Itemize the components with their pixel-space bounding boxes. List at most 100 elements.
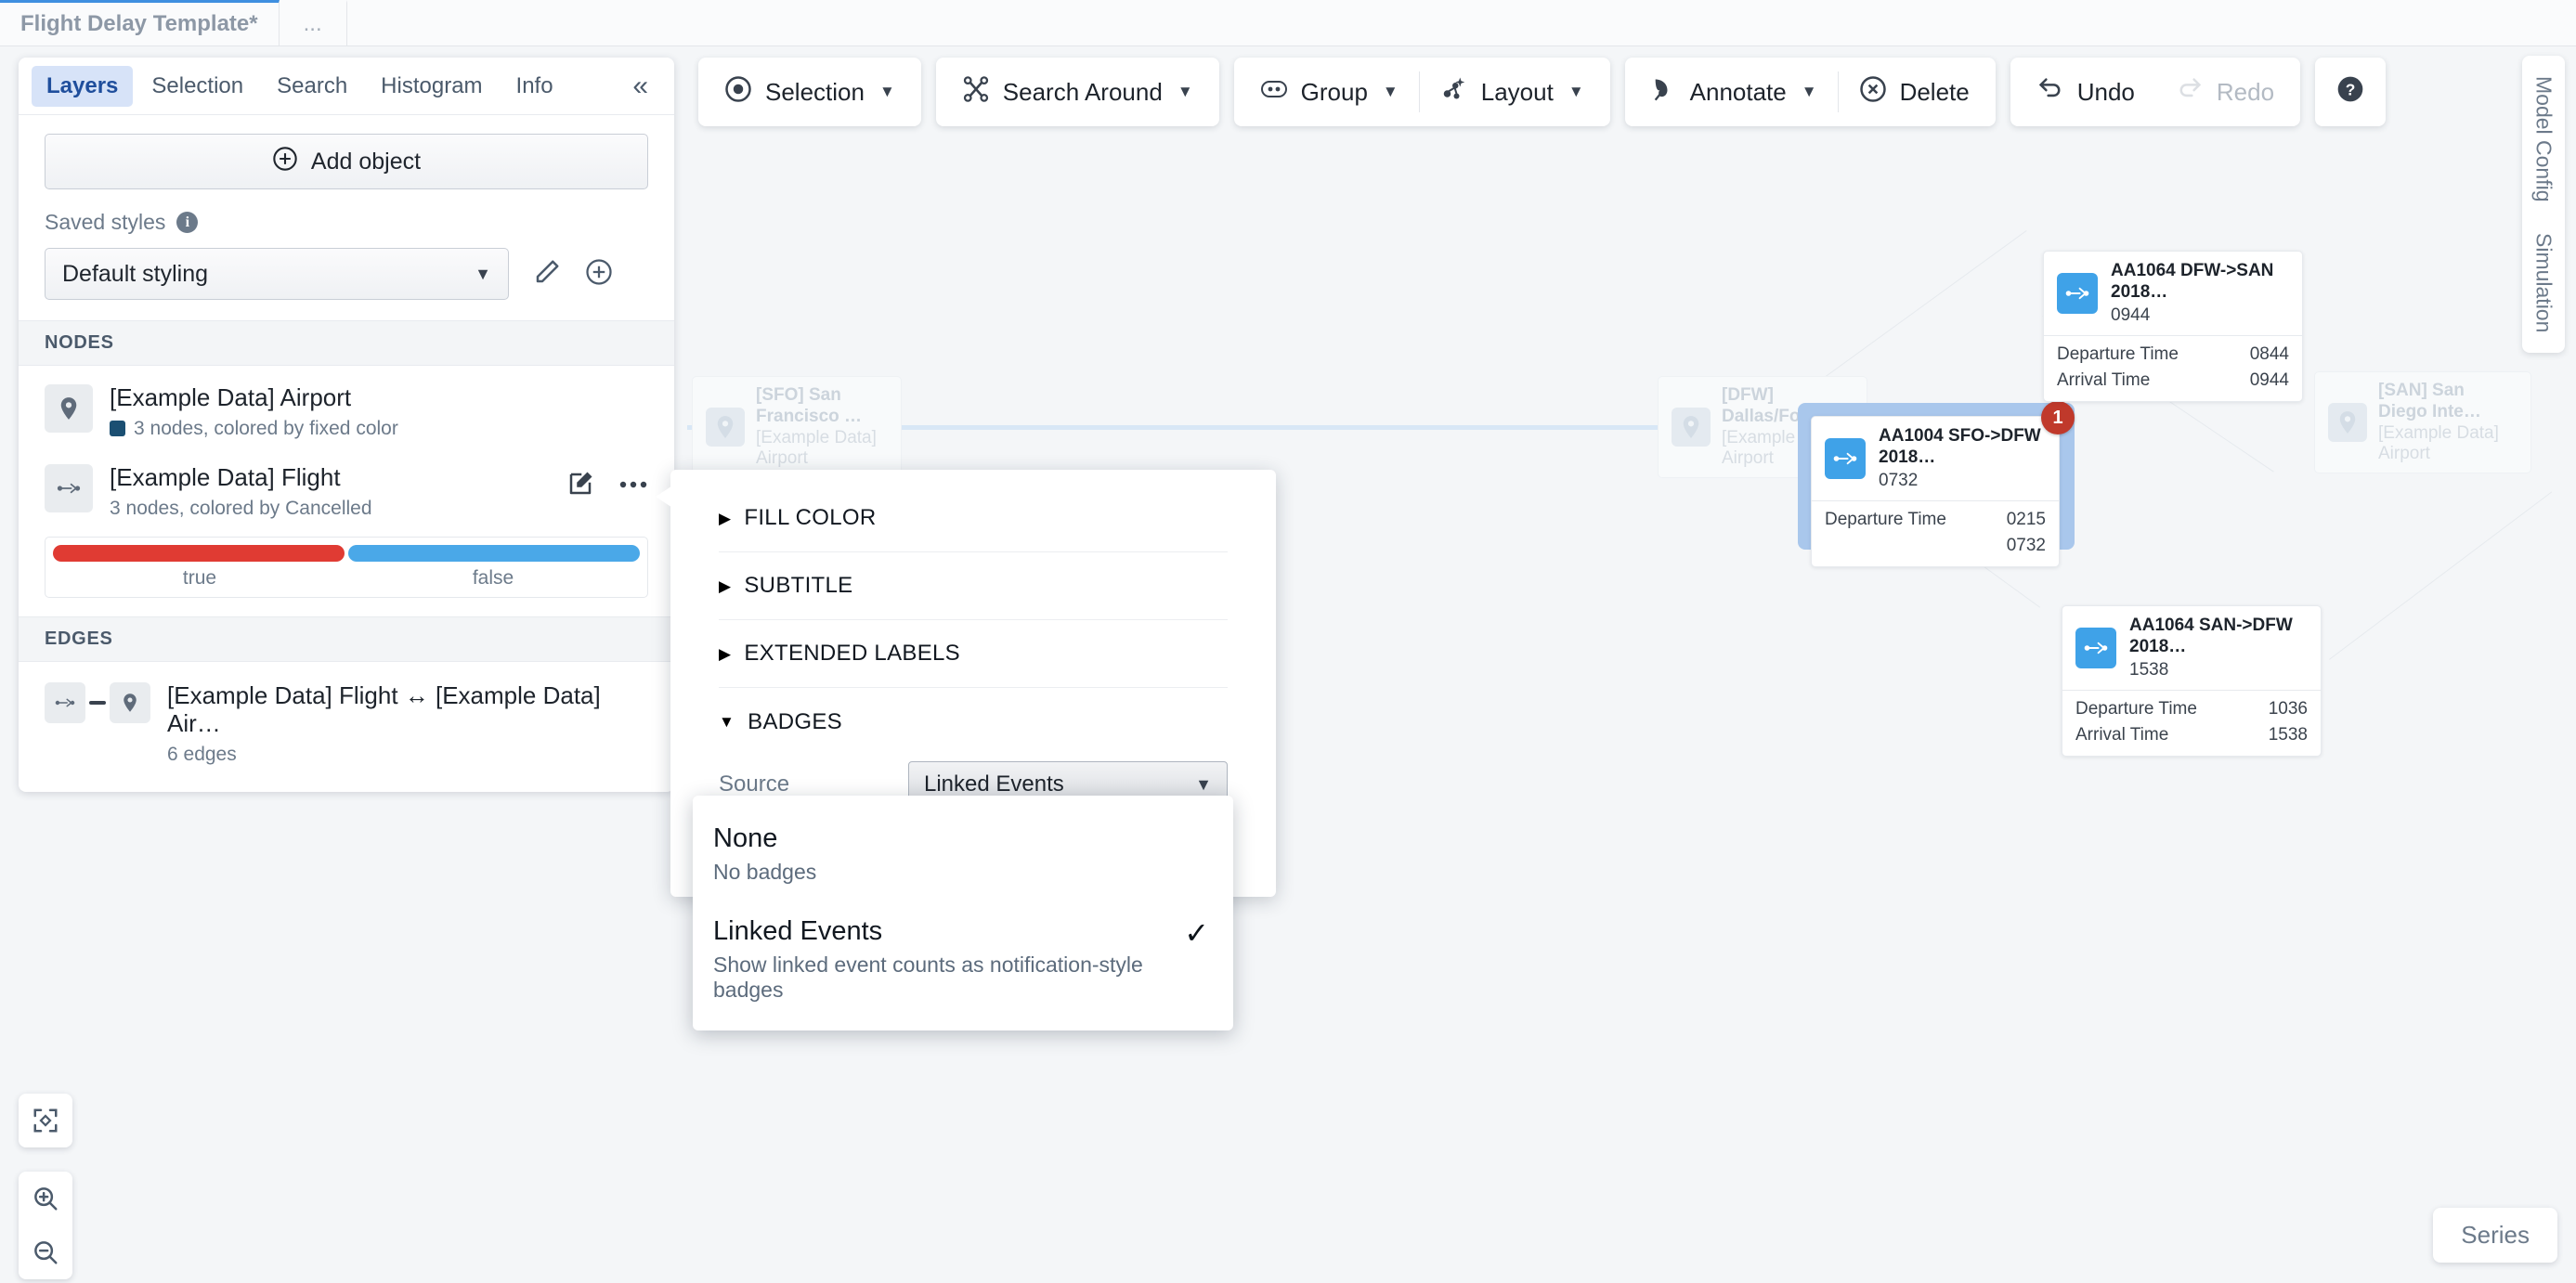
tab-info[interactable]: Info bbox=[501, 66, 568, 107]
help-question-icon: ? bbox=[2335, 74, 2365, 110]
svg-text:?: ? bbox=[2346, 80, 2356, 98]
zoom-in-icon[interactable] bbox=[19, 1172, 72, 1225]
graph-node-flight-aa1064-dfw-san[interactable]: AA1064 DFW->SAN 2018… 0944 Departure Tim… bbox=[2043, 251, 2303, 402]
flight-edge-icon bbox=[45, 681, 85, 723]
graph-node-properties: Departure Time 0844 Arrival Time 0944 bbox=[2044, 334, 2302, 401]
title-bar: Flight Delay Template* ... bbox=[0, 0, 2576, 46]
toolbar-redo-button[interactable]: Redo bbox=[2155, 58, 2295, 126]
property-value: 1036 bbox=[2268, 698, 2308, 719]
toolbar-group-button[interactable]: Group ▼ bbox=[1240, 58, 1419, 126]
property-label: Departure Time bbox=[2057, 343, 2179, 364]
color-swatch bbox=[110, 421, 125, 437]
graph-node-subtitle: 0732 bbox=[1879, 470, 1919, 490]
check-icon: ✓ bbox=[1184, 916, 1209, 950]
chevron-down-icon[interactable]: ▼ bbox=[1177, 83, 1193, 101]
property-label: Departure Time bbox=[1825, 509, 1946, 529]
zoom-out-icon[interactable] bbox=[19, 1225, 72, 1279]
main-toolbar: Selection ▼ Search Around ▼ Group ▼ Layo… bbox=[698, 58, 2387, 126]
collapse-panel-icon[interactable]: « bbox=[619, 69, 661, 104]
toolbar-help-button[interactable]: ? bbox=[2319, 58, 2382, 126]
toolbar-layout-button[interactable]: Layout ▼ bbox=[1420, 58, 1605, 126]
layer-more-options-icon[interactable] bbox=[618, 477, 648, 494]
undo-icon bbox=[2036, 77, 2064, 108]
property-value: 0732 bbox=[2006, 535, 2046, 555]
zoom-controls bbox=[19, 1172, 72, 1279]
graph-node-flight-aa1004[interactable]: AA1004 SFO->DFW 2018… 0732 Departure Tim… bbox=[1811, 401, 2075, 567]
toolbar-selection-button[interactable]: Selection ▼ bbox=[704, 58, 916, 126]
right-tab-model-config[interactable]: Model Config bbox=[2531, 76, 2556, 202]
add-object-button[interactable]: Add object bbox=[45, 134, 648, 189]
chevron-down-icon[interactable]: ▼ bbox=[1383, 83, 1399, 101]
series-button[interactable]: Series bbox=[2433, 1208, 2557, 1263]
toolbar-delete-button[interactable]: Delete bbox=[1839, 58, 1990, 126]
property-value: 1538 bbox=[2268, 724, 2308, 745]
graph-node-airport-san[interactable]: [SAN] San Diego Inte… [Example Data] Air… bbox=[2314, 371, 2531, 473]
layer-row-airport[interactable]: [Example Data] Airport 3 nodes, colored … bbox=[19, 366, 674, 446]
chevron-down-icon[interactable]: ▼ bbox=[1568, 83, 1584, 101]
graph-node-property-row: Arrival Time 0944 bbox=[2057, 368, 2289, 394]
panel-tab-bar: Layers Selection Search Histogram Info « bbox=[19, 58, 674, 115]
property-value: 0944 bbox=[2249, 369, 2289, 390]
toolbar-undo-button[interactable]: Undo bbox=[2016, 58, 2155, 126]
graph-node-property-row: Arrival Time 1538 bbox=[2075, 722, 2308, 748]
accordion-subtitle[interactable]: ▶ SUBTITLE bbox=[719, 552, 1228, 620]
layer-title: [Example Data] Airport bbox=[110, 383, 352, 411]
accordion-label: BADGES bbox=[748, 708, 842, 734]
layer-row-flight[interactable]: [Example Data] Flight 3 nodes, colored b… bbox=[19, 446, 674, 525]
tab-layers[interactable]: Layers bbox=[32, 65, 134, 107]
layer-subtitle-row: 3 nodes, colored by fixed color bbox=[110, 418, 398, 440]
add-style-icon[interactable] bbox=[585, 258, 613, 291]
document-tab[interactable]: Flight Delay Template* bbox=[0, 0, 280, 45]
saved-styles-label: Saved styles bbox=[45, 210, 166, 234]
annotate-pen-icon bbox=[1651, 76, 1677, 109]
accordion-extended-labels[interactable]: ▶ EXTENDED LABELS bbox=[719, 620, 1228, 688]
right-vertical-tabs: Model Config Simulation bbox=[2522, 56, 2565, 353]
overflow-tab[interactable]: ... bbox=[279, 0, 347, 45]
chevron-right-icon: ▶ bbox=[719, 509, 732, 527]
option-description: Show linked event counts as notification… bbox=[713, 953, 1143, 1002]
tab-selection[interactable]: Selection bbox=[137, 66, 258, 107]
node-linked-events-badge[interactable]: 1 bbox=[2041, 401, 2075, 434]
right-tab-simulation[interactable]: Simulation bbox=[2531, 233, 2556, 332]
layer-row-edge[interactable]: [Example Data] Flight ↔ [Example Data] A… bbox=[19, 662, 674, 792]
graph-node-subtitle: 0944 bbox=[2111, 305, 2151, 325]
graph-node-property-row: Departure Time 0215 bbox=[1825, 507, 2046, 533]
property-label: Arrival Time bbox=[2075, 724, 2169, 745]
saved-style-value: Default styling bbox=[62, 260, 209, 287]
badge-source-value: Linked Events bbox=[924, 771, 1064, 797]
toolbar-group-annotate-delete: Annotate ▼ Delete bbox=[1624, 58, 1996, 126]
layer-subtitle: 3 nodes, colored by fixed color bbox=[134, 417, 398, 439]
toolbar-search-around-button[interactable]: Search Around ▼ bbox=[942, 58, 1214, 126]
accordion-label: FILL COLOR bbox=[744, 505, 877, 530]
saved-style-select[interactable]: Default styling ▼ bbox=[45, 248, 509, 300]
plus-circle-icon bbox=[272, 146, 298, 178]
option-name: None bbox=[713, 823, 778, 853]
graph-node-title: AA1064 SAN->DFW 2018… bbox=[2129, 616, 2293, 656]
property-label: Arrival Time bbox=[2057, 369, 2151, 390]
chevron-down-icon: ▼ bbox=[475, 264, 491, 283]
toolbar-item-label: Layout bbox=[1480, 77, 1554, 106]
toolbar-annotate-button[interactable]: Annotate ▼ bbox=[1631, 58, 1838, 126]
accordion-fill-color[interactable]: ▶ FILL COLOR bbox=[719, 485, 1228, 552]
search-around-icon bbox=[962, 75, 990, 110]
toolbar-group-help: ? bbox=[2315, 58, 2387, 126]
fit-to-screen-icon[interactable] bbox=[19, 1094, 72, 1147]
toolbar-group-group-layout: Group ▼ Layout ▼ bbox=[1233, 58, 1610, 126]
accordion-badges[interactable]: ▼ BADGES bbox=[719, 688, 1228, 756]
tab-search[interactable]: Search bbox=[262, 66, 362, 107]
graph-node-airport-sfo[interactable]: [SFO] San Francisco … [Example Data] Air… bbox=[692, 376, 902, 478]
graph-node-title: AA1004 SFO->DFW 2018… bbox=[1879, 426, 2041, 467]
edit-layer-icon[interactable] bbox=[566, 470, 594, 502]
dropdown-option-linked-events[interactable]: Linked Events Show linked event counts a… bbox=[713, 909, 1213, 1006]
flight-icon bbox=[2057, 272, 2098, 314]
chevron-down-icon: ▼ bbox=[1195, 774, 1212, 794]
edit-style-pencil-icon[interactable] bbox=[533, 258, 561, 291]
chevron-down-icon[interactable]: ▼ bbox=[1802, 83, 1817, 101]
info-icon[interactable]: i bbox=[176, 212, 199, 233]
graph-node-flight-aa1064-san-dfw[interactable]: AA1064 SAN->DFW 2018… 1538 Departure Tim… bbox=[2062, 605, 2322, 757]
chevron-down-icon[interactable]: ▼ bbox=[879, 83, 895, 101]
tab-histogram[interactable]: Histogram bbox=[366, 66, 497, 107]
option-description: No badges bbox=[713, 860, 817, 884]
fit-to-screen-control[interactable] bbox=[19, 1094, 72, 1147]
dropdown-option-none[interactable]: None No badges bbox=[713, 816, 1213, 888]
